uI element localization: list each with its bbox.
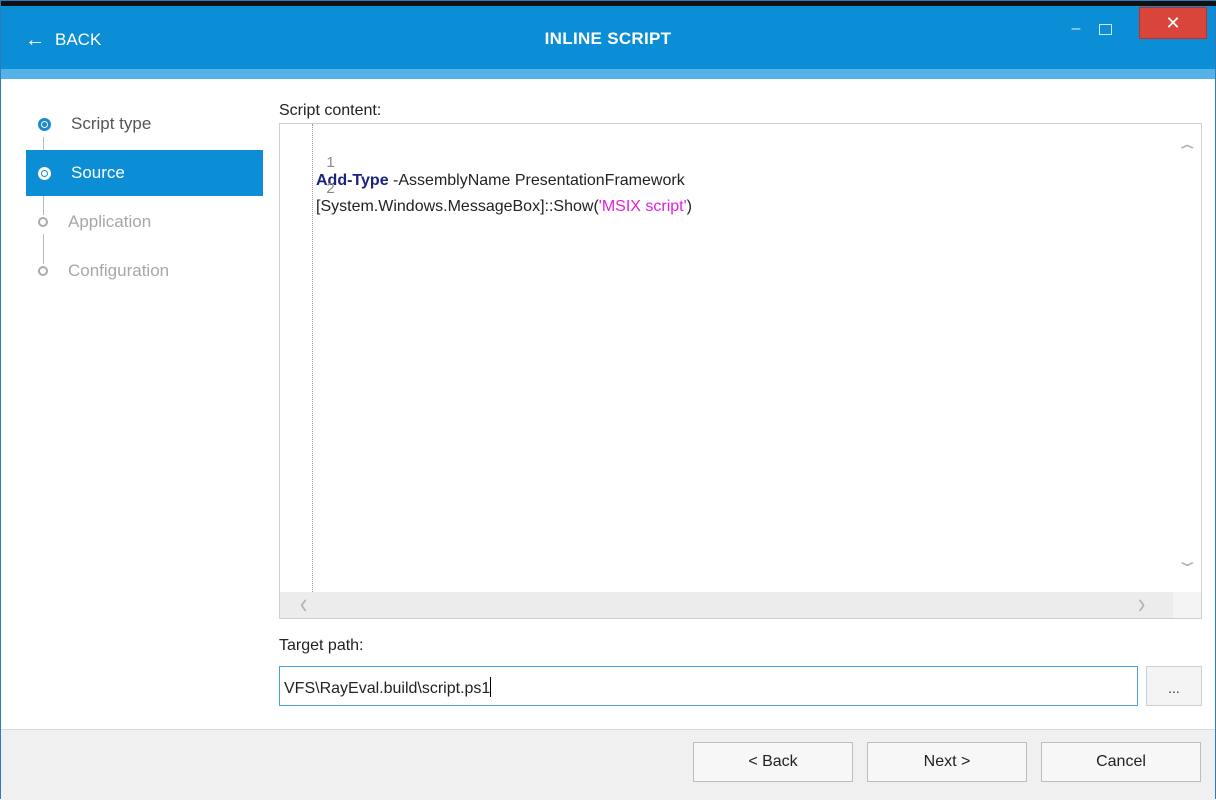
line-number: 2: [326, 180, 335, 197]
chevron-down-icon[interactable]: ⌄: [1174, 553, 1200, 568]
step-script-type[interactable]: Script type: [26, 101, 263, 147]
step-label: Script type: [71, 114, 152, 133]
text-caret: [490, 677, 492, 697]
step-current-icon: [38, 166, 51, 180]
step-configuration[interactable]: Configuration: [26, 248, 263, 294]
maximize-button[interactable]: [1092, 13, 1118, 45]
code-text: [System.Windows.MessageBox]::Show(: [316, 198, 599, 215]
browse-label: ...: [1168, 680, 1180, 696]
chevron-up-icon[interactable]: ⌃: [1174, 143, 1200, 158]
step-application[interactable]: Application: [26, 199, 263, 245]
chevron-right-icon[interactable]: ›: [1138, 589, 1145, 619]
vertical-scrollbar[interactable]: ⌃ ⌄: [1173, 124, 1201, 594]
step-pending-icon: [38, 217, 48, 227]
step-label: Configuration: [68, 261, 170, 280]
target-path-value: VFS\RayEval.build\script.ps1: [284, 680, 491, 697]
script-editor[interactable]: 1 Add-Type -AssemblyName PresentationFra…: [279, 123, 1202, 619]
target-path-input[interactable]: VFS\RayEval.build\script.ps1: [279, 666, 1138, 706]
next-button-label: Next >: [923, 753, 971, 770]
close-icon: ✕: [1165, 12, 1181, 33]
step-label: Application: [68, 212, 152, 231]
horizontal-scrollbar[interactable]: ‹ ›: [280, 589, 1173, 619]
cancel-button-label: Cancel: [1096, 753, 1146, 770]
code-string: 'MSIX script': [598, 198, 687, 215]
script-content-label: Script content:: [279, 102, 382, 119]
browse-button[interactable]: ...: [1146, 666, 1202, 706]
wizard-steps: Script type Source Application Configura…: [1, 79, 263, 729]
back-button-label: < Back: [748, 753, 798, 770]
footer-bar: < Back Next > Cancel: [1, 729, 1215, 800]
minimize-button[interactable]: –: [1063, 13, 1089, 45]
step-source[interactable]: Source: [26, 150, 263, 196]
close-button[interactable]: ✕: [1139, 7, 1207, 39]
back-button[interactable]: < Back: [693, 742, 853, 782]
window-title: INLINE SCRIPT: [544, 29, 672, 48]
title-accent-bar: [1, 69, 1215, 79]
step-label: Source: [71, 163, 125, 182]
line-number: 1: [326, 154, 335, 171]
code-line: 2 [System.Windows.MessageBox]::Show('MSI…: [280, 162, 692, 215]
minimize-icon: –: [1071, 20, 1081, 37]
maximize-icon: [1098, 23, 1112, 35]
title-bar: ← BACK INLINE SCRIPT – ✕: [1, 6, 1215, 69]
code-line: 1 Add-Type -AssemblyName PresentationFra…: [280, 136, 685, 189]
cancel-button[interactable]: Cancel: [1041, 742, 1201, 782]
scrollbar-corner: [1173, 592, 1201, 618]
code-text: -AssemblyName PresentationFramework: [388, 172, 685, 189]
step-done-icon: [38, 117, 51, 131]
app-window: ← BACK INLINE SCRIPT – ✕ Script type Sou…: [0, 0, 1216, 800]
target-path-label: Target path:: [279, 637, 364, 654]
next-button[interactable]: Next >: [867, 742, 1027, 782]
step-pending-icon: [38, 266, 48, 276]
chevron-left-icon[interactable]: ‹: [300, 589, 307, 619]
code-text: ): [686, 198, 692, 215]
